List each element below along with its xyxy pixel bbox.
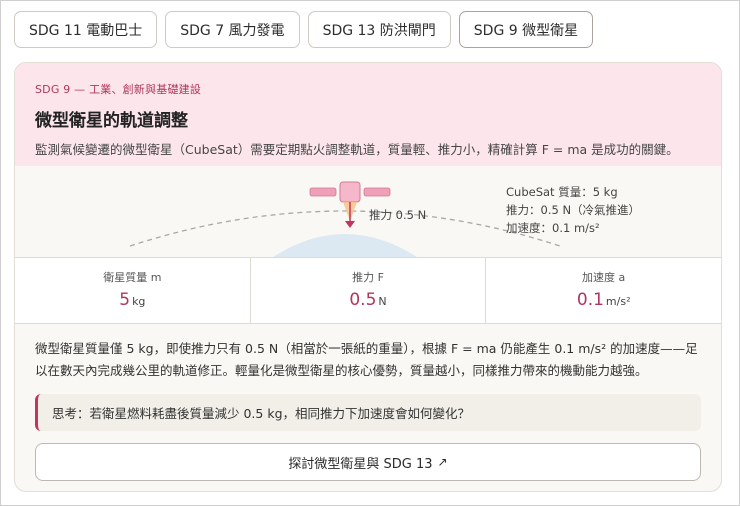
hero-section: SDG 9 — 工業、創新與基礎建設 微型衛星的軌道調整 監測氣候變遷的微型衛星… bbox=[15, 63, 721, 166]
stats-row: 衛星質量 m 5 kg 推力 F 0.5 N 加速度 a 0.1 m/s² bbox=[15, 257, 721, 324]
external-arrow-icon: ↗ bbox=[437, 455, 448, 469]
thrust-label: 推力 0.5 N bbox=[369, 208, 426, 222]
stat-mass: 衛星質量 m 5 kg bbox=[15, 258, 251, 323]
stat-value: 0.1 m/s² bbox=[486, 290, 721, 310]
stat-label: 推力 F bbox=[352, 271, 384, 284]
stat-value: 5 kg bbox=[15, 290, 250, 310]
stat-unit: N bbox=[378, 295, 387, 308]
sdg-kicker: SDG 9 — 工業、創新與基礎建設 bbox=[35, 83, 202, 96]
think-prompt: 思考：若衛星燃料耗盡後質量減少 0.5 kg，相同推力下加速度會如何變化？ bbox=[35, 394, 701, 431]
stat-acceleration: 加速度 a 0.1 m/s² bbox=[486, 258, 721, 323]
explore-sdg13-button[interactable]: 探討微型衛星與 SDG 13 ↗ bbox=[35, 443, 701, 481]
content-card: SDG 9 — 工業、創新與基礎建設 微型衛星的軌道調整 監測氣候變遷的微型衛星… bbox=[14, 62, 722, 492]
stat-label: 加速度 a bbox=[582, 271, 626, 284]
tab-sdg11-electric-bus[interactable]: SDG 11 電動巴士 bbox=[14, 11, 158, 48]
page-title: 微型衛星的軌道調整 bbox=[35, 111, 188, 131]
cta-label: 探討微型衛星與 SDG 13 bbox=[288, 456, 433, 472]
stat-value: 0.5 N bbox=[251, 290, 486, 310]
stat-unit: m/s² bbox=[605, 295, 631, 308]
orbit-diagram: 推力 0.5 N CubeSat 質量：5 kg 推力：0.5 N（冷氣推進） … bbox=[15, 166, 721, 257]
tab-sdg13-flood-gate[interactable]: SDG 13 防洪閘門 bbox=[307, 11, 451, 48]
stat-number: 0.1 bbox=[576, 290, 604, 310]
hero-description: 監測氣候變遷的微型衛星（CubeSat）需要定期點火調整軌道，質量輕、推力小，精… bbox=[35, 142, 679, 157]
stat-unit: kg bbox=[132, 295, 146, 308]
stat-number: 0.5 bbox=[349, 290, 377, 310]
stat-force: 推力 F 0.5 N bbox=[251, 258, 487, 323]
info-acceleration: 加速度：0.1 m/s² bbox=[506, 221, 600, 235]
satellite-info: CubeSat 質量：5 kg 推力：0.5 N（冷氣推進） 加速度：0.1 m… bbox=[506, 183, 640, 237]
stat-label: 衛星質量 m bbox=[103, 271, 162, 284]
info-thrust: 推力：0.5 N（冷氣推進） bbox=[506, 203, 641, 217]
earth-shape bbox=[273, 234, 417, 257]
explanation-text: 微型衛星質量僅 5 kg，即使推力只有 0.5 N（相當於一張紙的重量），根據 … bbox=[35, 341, 698, 378]
info-mass: CubeSat 質量：5 kg bbox=[506, 185, 618, 199]
stat-number: 5 bbox=[119, 290, 131, 310]
tab-sdg9-microsatellite[interactable]: SDG 9 微型衛星 bbox=[458, 11, 594, 48]
tab-sdg7-wind-power[interactable]: SDG 7 風力發電 bbox=[165, 11, 300, 48]
sdg-tabs: SDG 11 電動巴士 SDG 7 風力發電 SDG 13 防洪閘門 SDG 9… bbox=[14, 11, 594, 48]
